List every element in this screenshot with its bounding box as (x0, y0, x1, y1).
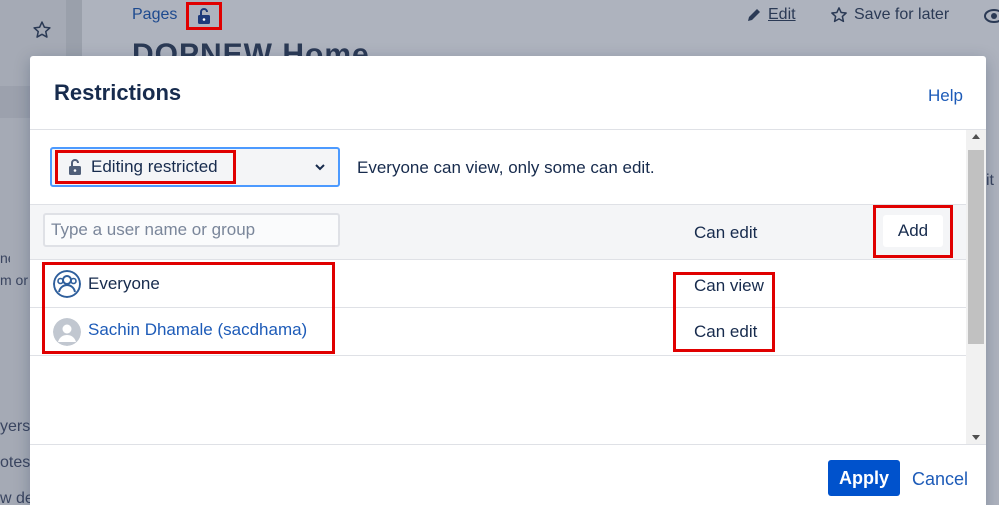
save-for-later-label: Save for later (854, 6, 950, 23)
right-fragment: it (986, 172, 994, 189)
new-entry-permission[interactable]: Can edit (694, 223, 757, 243)
dialog-title: Restrictions (54, 80, 182, 105)
scroll-thumb[interactable] (968, 150, 984, 344)
scroll-down-arrow-icon[interactable] (972, 435, 980, 440)
star-outline-icon (831, 7, 847, 23)
annotation-highlight-mode: Editing restricted (55, 150, 236, 184)
restrictions-lock-button[interactable] (186, 2, 222, 30)
sidebar-fragment: otes (0, 454, 30, 471)
watch-eye-icon[interactable] (984, 8, 999, 24)
sidebar-fragment: m or (0, 272, 28, 288)
unlocked-icon (198, 8, 210, 24)
dialog-footer: Apply Cancel (30, 444, 986, 505)
scroll-up-arrow-icon[interactable] (972, 134, 980, 139)
restriction-mode-description: Everyone can view, only some can edit. (357, 158, 655, 177)
apply-button[interactable]: Apply (828, 460, 900, 496)
pencil-icon (748, 9, 760, 21)
edit-button[interactable]: Edit (746, 6, 796, 24)
add-button[interactable]: Add (883, 215, 943, 247)
breadcrumb-pages[interactable]: Pages (132, 6, 177, 24)
star-icon[interactable] (32, 20, 52, 40)
restriction-mode-select[interactable]: Editing restricted (50, 147, 340, 187)
dialog-scrollbar[interactable] (966, 130, 986, 444)
restrictions-dialog: Restrictions Help Editing restricted Eve… (30, 56, 986, 505)
user-group-search-input[interactable] (43, 213, 340, 247)
left-nav-highlight (0, 86, 30, 118)
restriction-mode-row: Editing restricted Everyone can view, on… (30, 130, 966, 204)
help-link[interactable]: Help (928, 86, 963, 106)
save-for-later-button[interactable]: Save for later (830, 6, 949, 24)
sidebar-fragment: w de (0, 490, 30, 505)
dialog-header: Restrictions Help (30, 56, 986, 130)
edit-label: Edit (768, 6, 796, 23)
sidebar-fragment: ne (0, 250, 10, 266)
add-restriction-row: Can edit Add (30, 204, 966, 260)
cancel-link[interactable]: Cancel (912, 469, 968, 490)
unlocked-icon (69, 159, 81, 175)
annotation-highlight-names (42, 262, 335, 354)
chevron-down-icon (315, 164, 325, 171)
sidebar-fragment: yers (0, 418, 30, 435)
restriction-mode-value: Editing restricted (91, 157, 218, 176)
annotation-highlight-permissions (673, 272, 775, 352)
